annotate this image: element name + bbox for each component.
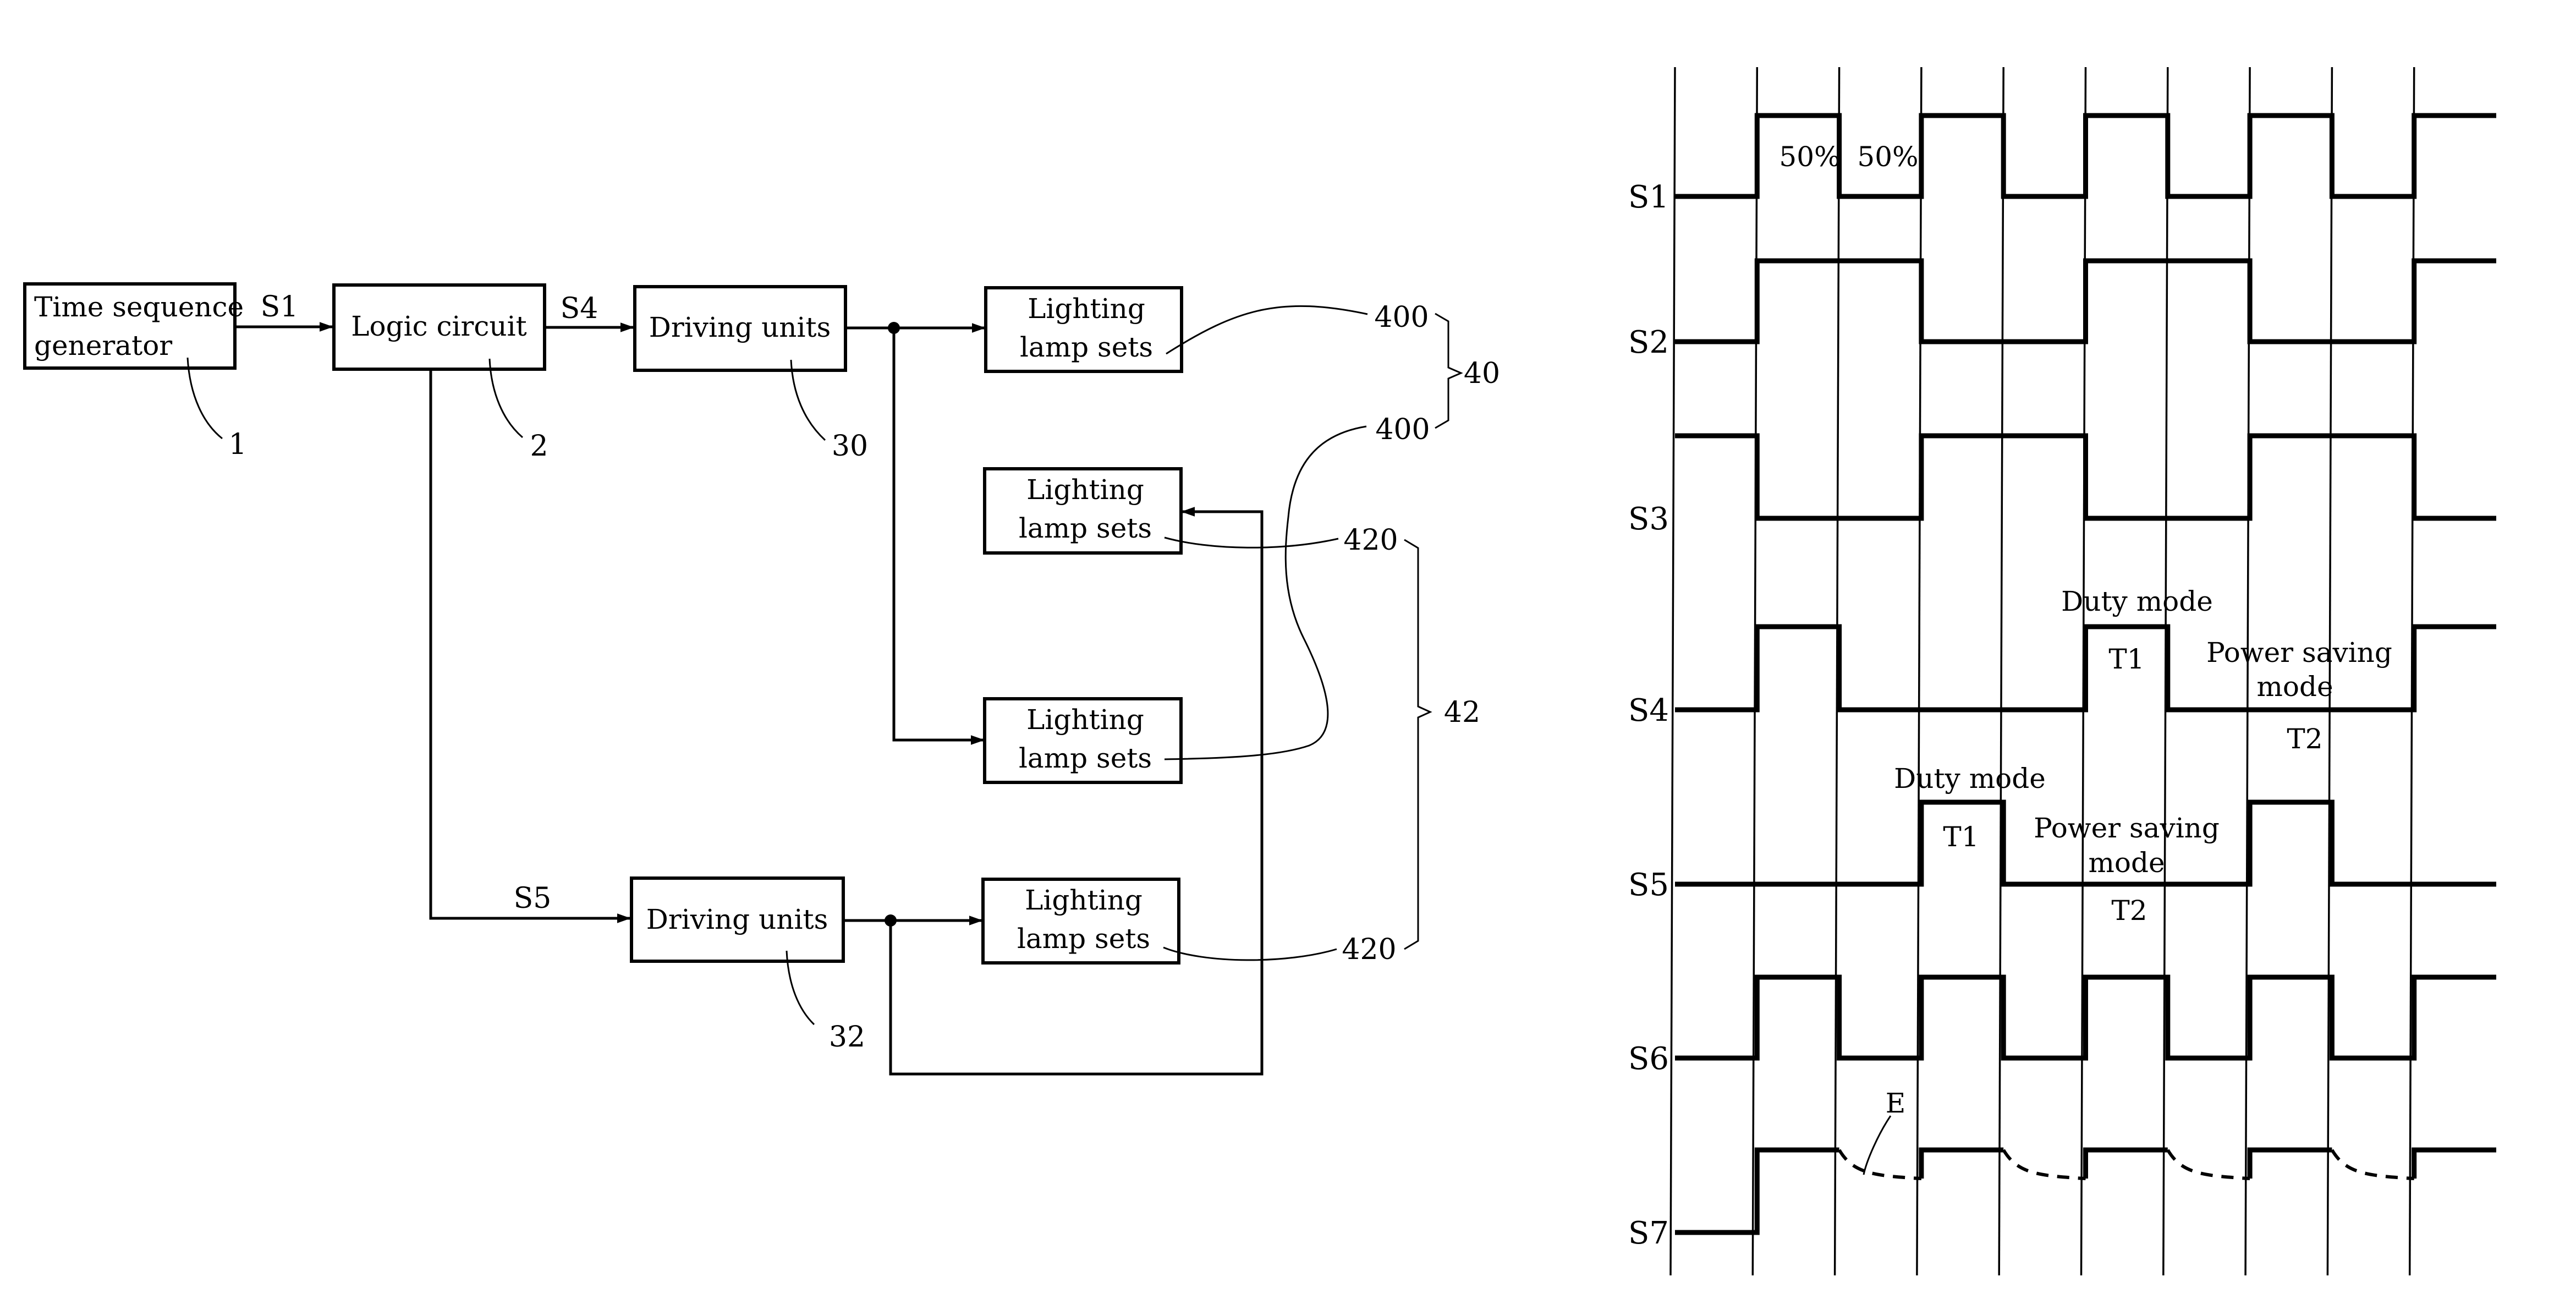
driving-units-30-label: Driving units (649, 311, 831, 343)
timing-grid-line (2244, 67, 2251, 1276)
timing-grid-line (1998, 67, 2004, 1276)
lamp-set-4-block: Lighting lamp sets (981, 878, 1180, 965)
ref-numeral-30: 30 (832, 430, 868, 463)
leader-line-420-top (1164, 536, 1339, 549)
s5-signal-label: S5 (514, 882, 552, 915)
driver32-to-lamp2-feedback-connector (889, 507, 1264, 1076)
s5-duty-mode-label: Duty mode (1894, 763, 2046, 795)
lamp-set-3-block: Lighting lamp sets (983, 697, 1183, 784)
ref-numeral-400-bottom: 400 (1375, 413, 1430, 446)
timing-grid-line (1916, 67, 1923, 1276)
signal-label-s3: S3 (1628, 501, 1669, 537)
s4-t2-label: T2 (2287, 723, 2322, 755)
logic-circuit-block: Logic circuit (332, 283, 546, 371)
brace-group-42 (1404, 539, 1432, 950)
lamp-set-1-block: Lighting lamp sets (984, 286, 1183, 373)
ref-numeral-1: 1 (228, 428, 246, 461)
s5-t2-label: T2 (2111, 895, 2147, 927)
leader-line-420-bottom (1163, 946, 1337, 961)
block-diagram: Time sequence generator S1 Logic circuit… (23, 282, 1500, 1076)
s4-signal-label: S4 (561, 292, 598, 325)
patent-figure: Time sequence generator S1 Logic circuit… (23, 67, 2496, 1276)
waveform-s7-decay-segment (2166, 1149, 2250, 1180)
tsg-label-line2: generator (34, 330, 172, 361)
lamp-set-1-label-line2: lamp sets (1020, 331, 1153, 363)
s4-duty-mode-label: Duty mode (2061, 585, 2213, 617)
driving-units-30-block: Driving units (633, 285, 847, 372)
lamp-set-2-label-line2: lamp sets (1019, 512, 1152, 544)
signal-label-s6: S6 (1628, 1041, 1669, 1077)
ref-numeral-32: 32 (829, 1021, 865, 1054)
waveform-s7-decay-segment (2002, 1149, 2086, 1180)
tsg-label-line1: Time sequence (34, 291, 244, 323)
ref-numeral-40: 40 (1464, 357, 1500, 390)
s5-power-saving-label-line2: mode (2088, 847, 2165, 879)
waveform-s7 (1675, 1147, 2496, 1235)
s4-t1-label: T1 (2108, 643, 2144, 675)
signal-label-s5: S5 (1628, 867, 1669, 903)
duty-cycle-low-label: 50% (1857, 141, 1918, 173)
ref-numeral-420-top: 420 (1343, 524, 1398, 557)
decay-label-e: E (1886, 1087, 1906, 1119)
lamp-set-3-label-line2: lamp sets (1019, 742, 1152, 774)
waveform-s7-decay-segment (2330, 1149, 2414, 1180)
leader-line-400-bottom (1164, 425, 1367, 760)
s4-power-saving-label-line1: Power saving (2206, 637, 2392, 669)
lamp-set-2-block: Lighting lamp sets (983, 467, 1183, 555)
signal-label-s4: S4 (1628, 693, 1669, 728)
leader-line-1 (186, 357, 223, 440)
driving-units-32-label: Driving units (646, 903, 828, 935)
s1-signal-label: S1 (261, 291, 299, 324)
timing-waveforms (1675, 113, 2496, 1235)
leader-line-400-top (1166, 305, 1368, 355)
signal-label-s7: S7 (1628, 1215, 1669, 1251)
logic-circuit-label: Logic circuit (351, 310, 526, 342)
lamp-set-1-label-line1: Lighting (1028, 293, 1145, 325)
waveform-s7-decay-segment (1838, 1149, 1922, 1180)
timing-diagram: S1 S2 S3 S4 S5 S6 S7 50% 50% Duty mode T1 Powe… (1628, 67, 2496, 1276)
s5-t1-label: T1 (1943, 821, 1979, 853)
timing-grid-line (1669, 67, 1676, 1276)
decay-leader-line (1863, 1115, 1892, 1175)
driving-units-32-block: Driving units (630, 876, 845, 963)
lamp-set-4-label-line2: lamp sets (1017, 923, 1150, 955)
s4-power-saving-label-line2: mode (2256, 671, 2333, 703)
signal-label-s1: S1 (1628, 179, 1669, 215)
lamp-set-4-label-line1: Lighting (1025, 884, 1143, 916)
waveform-s2 (1675, 258, 2496, 344)
driver30-to-lamp3-connector (892, 328, 985, 745)
ref-numeral-42: 42 (1444, 696, 1480, 729)
ref-numeral-400-top: 400 (1374, 301, 1429, 334)
s5-power-saving-label-line1: Power saving (2034, 812, 2220, 844)
signal-label-s2: S2 (1628, 325, 1669, 360)
ref-numeral-2: 2 (530, 430, 548, 463)
brace-group-40 (1435, 313, 1463, 429)
waveform-s6 (1675, 974, 2496, 1061)
lamp-set-2-label-line1: Lighting (1026, 474, 1144, 506)
timing-signal-labels: S1 S2 S3 S4 S5 S6 S7 (1628, 179, 1669, 1251)
ref-numeral-420-bottom: 420 (1342, 933, 1396, 966)
time-sequence-generator-block: Time sequence generator (23, 282, 244, 370)
waveform-s3 (1675, 433, 2496, 521)
lamp-set-3-label-line1: Lighting (1026, 704, 1144, 736)
duty-cycle-high-label: 50% (1779, 141, 1840, 173)
